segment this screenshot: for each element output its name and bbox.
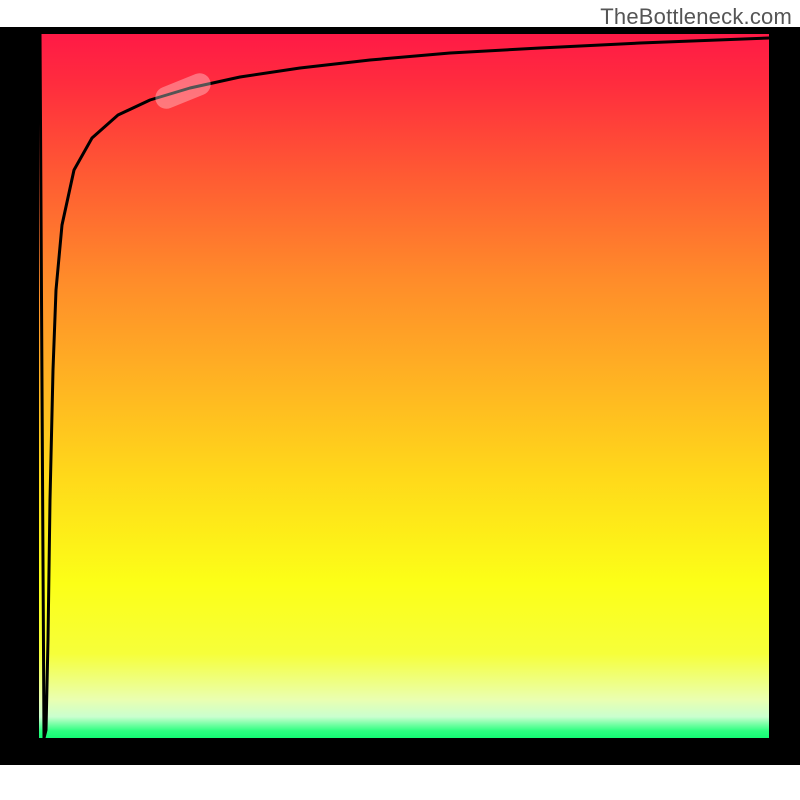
chart-stage: TheBottleneck.com — [0, 0, 800, 800]
plot-area — [0, 0, 800, 800]
bottleneck-curve — [40, 34, 769, 738]
curve-layer — [0, 0, 800, 800]
watermark-label: TheBottleneck.com — [600, 4, 792, 30]
